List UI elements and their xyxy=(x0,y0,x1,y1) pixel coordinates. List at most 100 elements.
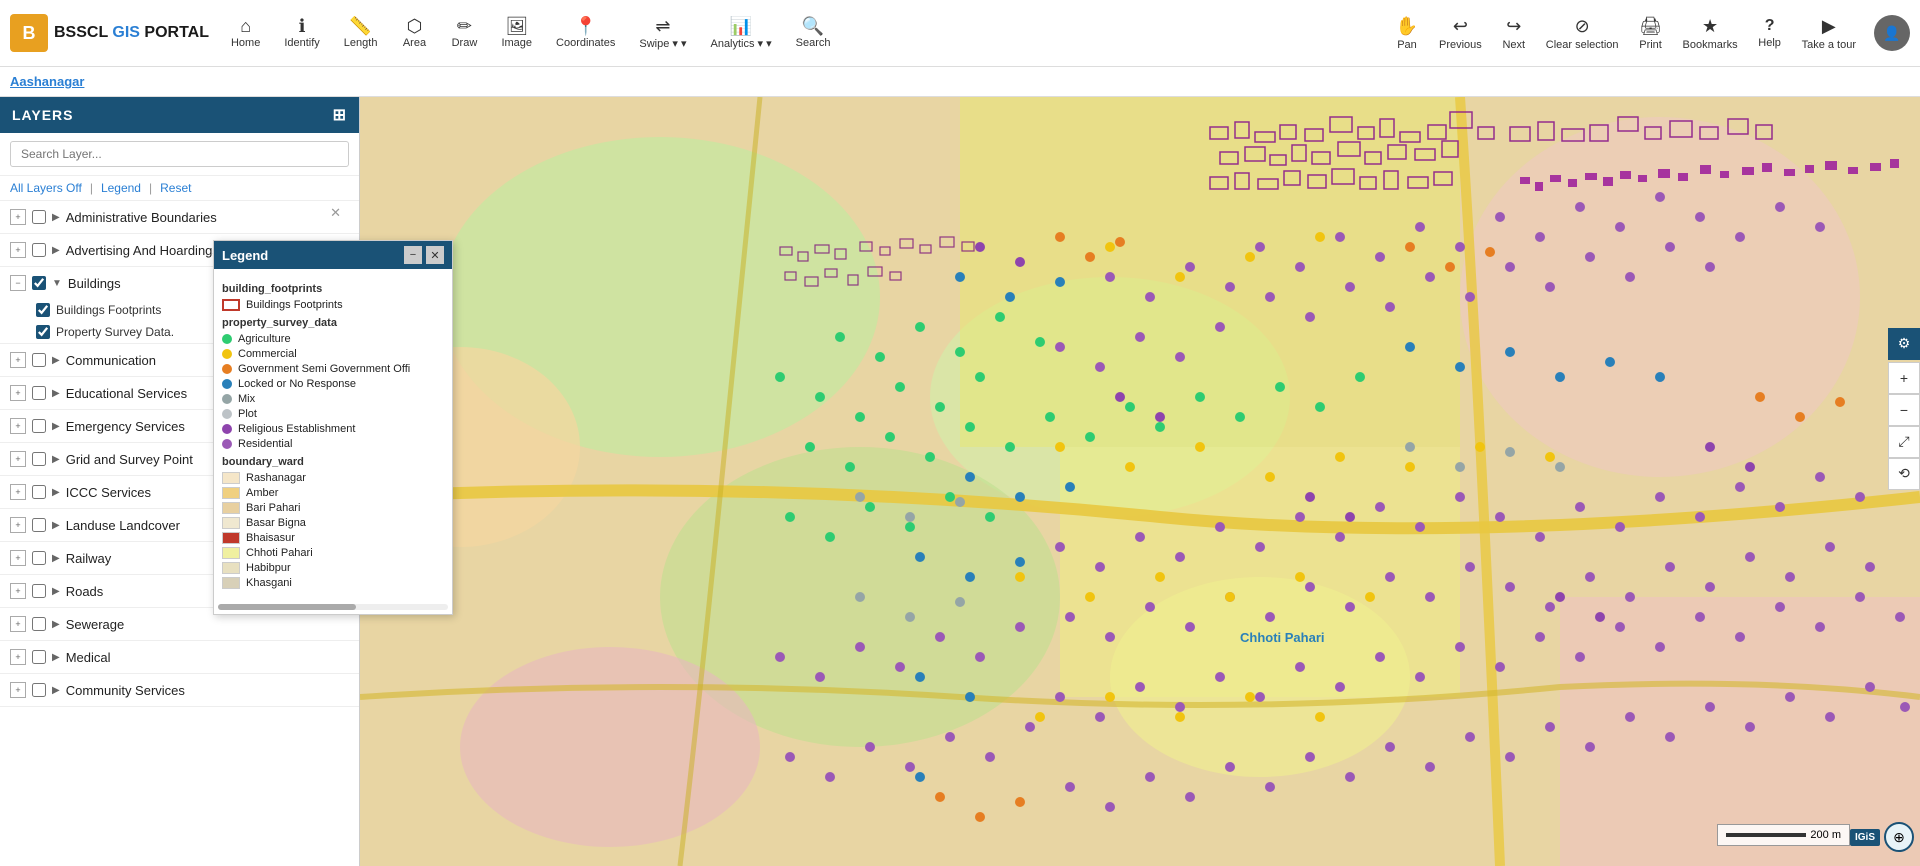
buildings-footprints-checkbox[interactable] xyxy=(36,303,50,317)
tool-bookmarks[interactable]: ★ Bookmarks xyxy=(1673,12,1748,55)
user-avatar[interactable]: 👤 xyxy=(1874,15,1910,51)
map-sync-btn[interactable]: ⟲ xyxy=(1888,458,1920,490)
previous-icon: ↩ xyxy=(1453,16,1468,37)
swipe-icon: ⇌ xyxy=(655,17,670,35)
map-area[interactable]: Chhoti Pahari 200 m IGiS ⊕ ⚙ + − ⤢ ⟲ xyxy=(360,97,1920,866)
nav-analytics-label: Analytics ▾ xyxy=(710,37,771,50)
sewerage-checkbox[interactable] xyxy=(32,617,46,631)
help-icon: ? xyxy=(1765,17,1775,35)
logo-area: B BSSCL GIS PORTAL xyxy=(10,14,219,52)
layer-group-admin-header[interactable]: + ▶ Administrative Boundaries xyxy=(0,201,359,233)
nav-coordinates[interactable]: 📍 Coordinates xyxy=(544,13,627,53)
map-settings-btn[interactable]: ⚙ xyxy=(1888,328,1920,360)
community-checkbox[interactable] xyxy=(32,683,46,697)
khasgani-rect xyxy=(222,577,240,589)
roads-toggle[interactable]: + xyxy=(10,583,26,599)
tool-take-a-tour[interactable]: ▶ Take a tour xyxy=(1792,12,1866,55)
legend-link[interactable]: Legend xyxy=(101,181,141,195)
educational-checkbox[interactable] xyxy=(32,386,46,400)
educational-toggle[interactable]: + xyxy=(10,385,26,401)
iccc-checkbox[interactable] xyxy=(32,485,46,499)
emergency-name: Emergency Services xyxy=(66,419,185,434)
all-layers-off-link[interactable]: All Layers Off xyxy=(10,181,82,195)
emergency-checkbox[interactable] xyxy=(32,419,46,433)
coordinates-icon: 📍 xyxy=(574,17,596,35)
roads-arrow: ▶ xyxy=(52,586,60,597)
admin-toggle[interactable]: + xyxy=(10,209,26,225)
buildings-footprints-legend-label: Buildings Footprints xyxy=(246,299,343,311)
take-a-tour-icon: ▶ xyxy=(1822,16,1836,37)
address-location[interactable]: Aashanagar xyxy=(10,74,84,89)
tool-clear-selection-label: Clear selection xyxy=(1546,39,1619,51)
buildings-checkbox[interactable] xyxy=(32,276,46,290)
advertising-checkbox[interactable] xyxy=(32,243,46,257)
iccc-toggle[interactable]: + xyxy=(10,484,26,500)
tool-print[interactable]: 🖨 Print xyxy=(1629,12,1673,55)
tool-next[interactable]: ↪ Next xyxy=(1492,12,1536,55)
nav-swipe[interactable]: ⇌ Swipe ▾ xyxy=(627,13,698,54)
nav-analytics[interactable]: 📊 Analytics ▾ xyxy=(698,13,783,54)
grid-toggle[interactable]: + xyxy=(10,451,26,467)
nav-home[interactable]: ⌂ Home xyxy=(219,13,272,53)
legend-item-plot: Plot xyxy=(222,408,444,420)
nav-search[interactable]: 🔍 Search xyxy=(784,13,843,53)
medical-arrow: ▶ xyxy=(52,652,60,663)
buildings-toggle[interactable]: − xyxy=(10,275,26,291)
medical-toggle[interactable]: + xyxy=(10,649,26,665)
emergency-toggle[interactable]: + xyxy=(10,418,26,434)
admin-name: Administrative Boundaries xyxy=(66,210,217,225)
landuse-name: Landuse Landcover xyxy=(66,518,180,533)
community-toggle[interactable]: + xyxy=(10,682,26,698)
area-icon: ⬡ xyxy=(407,17,423,35)
nav-image[interactable]: 🖼 Image xyxy=(489,13,544,53)
medical-checkbox[interactable] xyxy=(32,650,46,664)
tool-previous[interactable]: ↩ Previous xyxy=(1429,12,1492,55)
layer-group-medical-header[interactable]: + ▶ Medical xyxy=(0,641,359,673)
nav-identify[interactable]: ℹ Identify xyxy=(272,13,331,53)
map-expand-btn[interactable]: ⤢ xyxy=(1888,426,1920,458)
legend-close-btn[interactable]: ✕ xyxy=(426,246,444,264)
property-survey-checkbox[interactable] xyxy=(36,325,50,339)
landuse-checkbox[interactable] xyxy=(32,518,46,532)
map-zoom-in-btn[interactable]: + xyxy=(1888,362,1920,394)
government-dot xyxy=(222,364,232,374)
nav-length[interactable]: 📏 Length xyxy=(332,13,390,53)
sewerage-toggle[interactable]: + xyxy=(10,616,26,632)
tool-help[interactable]: ? Help xyxy=(1748,13,1792,53)
right-tools: ✋ Pan ↩ Previous ↪ Next ⊘ Clear selectio… xyxy=(1385,12,1910,55)
railway-toggle[interactable]: + xyxy=(10,550,26,566)
nav-draw[interactable]: ✏ Draw xyxy=(439,13,489,53)
tool-help-label: Help xyxy=(1758,37,1781,49)
advertising-toggle[interactable]: + xyxy=(10,242,26,258)
toolbar: B BSSCL GIS PORTAL ⌂ Home ℹ Identify 📏 L… xyxy=(0,0,1920,67)
legend-scroll-area[interactable] xyxy=(214,600,452,614)
railway-checkbox[interactable] xyxy=(32,551,46,565)
layers-icon[interactable]: ⊞ xyxy=(333,105,347,125)
draw-icon: ✏ xyxy=(457,17,472,35)
reset-link[interactable]: Reset xyxy=(160,181,191,195)
communication-toggle[interactable]: + xyxy=(10,352,26,368)
plot-dot xyxy=(222,409,232,419)
legend-minimize-btn[interactable]: − xyxy=(404,246,422,264)
advertising-arrow: ▶ xyxy=(52,245,60,256)
logo-icon: B xyxy=(10,14,48,52)
mix-dot xyxy=(222,394,232,404)
nav-image-label: Image xyxy=(501,37,532,49)
property-survey-name: Property Survey Data. xyxy=(56,325,174,339)
admin-checkbox[interactable] xyxy=(32,210,46,224)
landuse-toggle[interactable]: + xyxy=(10,517,26,533)
layer-group-community-header[interactable]: + ▶ Community Services xyxy=(0,674,359,706)
nav-coordinates-label: Coordinates xyxy=(556,37,615,49)
communication-checkbox[interactable] xyxy=(32,353,46,367)
grid-checkbox[interactable] xyxy=(32,452,46,466)
tool-clear-selection[interactable]: ⊘ Clear selection xyxy=(1536,12,1629,55)
search-clear-icon[interactable]: ✕ xyxy=(330,205,341,221)
layer-search-area: ✕ xyxy=(0,133,359,176)
nav-area[interactable]: ⬡ Area xyxy=(389,13,439,53)
roads-checkbox[interactable] xyxy=(32,584,46,598)
map-zoom-out-btn[interactable]: − xyxy=(1888,394,1920,426)
layer-search-input[interactable] xyxy=(10,141,349,167)
residential-dot xyxy=(222,439,232,449)
tool-pan[interactable]: ✋ Pan xyxy=(1385,12,1429,55)
svg-text:Chhoti Pahari: Chhoti Pahari xyxy=(1240,630,1325,645)
